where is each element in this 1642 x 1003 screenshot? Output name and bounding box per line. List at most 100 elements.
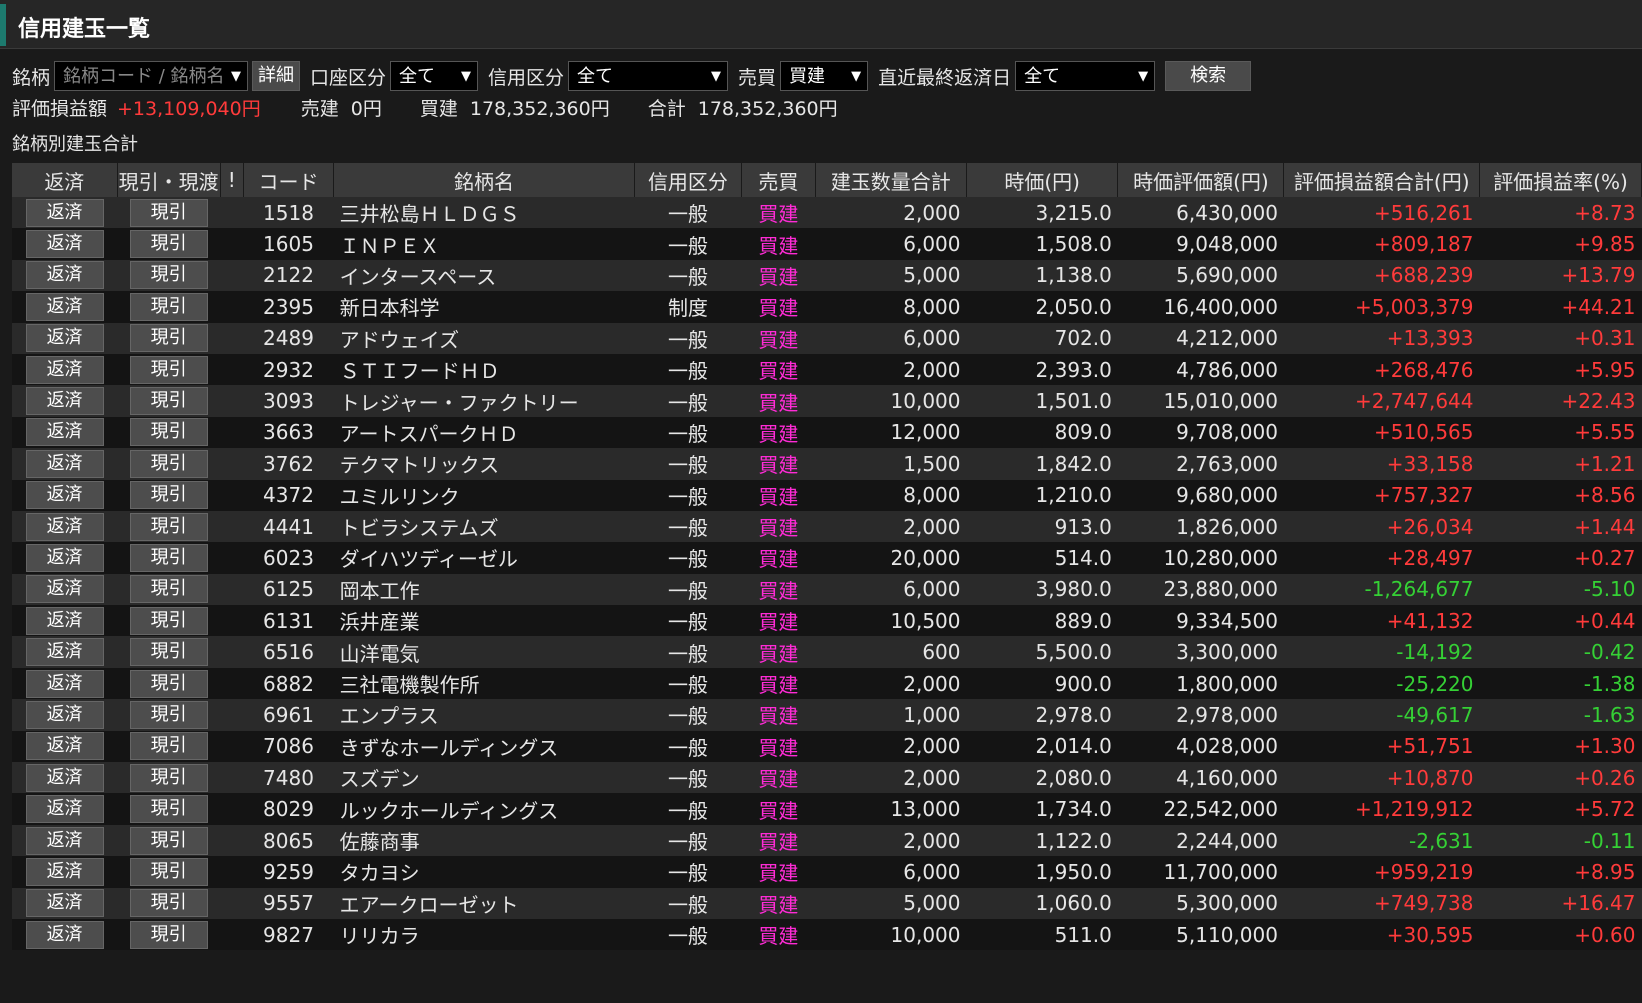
repay-button[interactable]: 返済 xyxy=(25,543,104,572)
repay-button[interactable]: 返済 xyxy=(25,889,104,918)
col-header-repay[interactable]: 返済 xyxy=(12,163,118,197)
col-header-pl[interactable]: 評価損益額合計(円) xyxy=(1283,163,1480,197)
name-cell[interactable]: ＩＮＰＥＸ xyxy=(333,228,635,260)
genbiki-button[interactable]: 現引 xyxy=(129,889,208,918)
genbiki-button[interactable]: 現引 xyxy=(129,418,208,447)
genbiki-button[interactable]: 現引 xyxy=(129,543,208,572)
genbiki-button[interactable]: 現引 xyxy=(129,857,208,886)
genbiki-button[interactable]: 現引 xyxy=(129,920,208,949)
repay-button[interactable]: 返済 xyxy=(25,763,104,792)
table-row[interactable]: 返済 現引 6131 浜井産業 一般 買建 10,500 889.0 9,334,500 +41,… xyxy=(12,605,1642,637)
table-row[interactable]: 返済 現引 3663 アートスパークＨＤ 一般 買建 12,000 809.0 9,708,00… xyxy=(12,416,1642,449)
baibai-select[interactable]: 買建 ▼ xyxy=(780,61,869,91)
repay-button[interactable]: 返済 xyxy=(25,512,104,541)
col-header-code[interactable]: コード xyxy=(243,163,335,197)
detail-button[interactable]: 詳細 xyxy=(252,61,301,91)
table-row[interactable]: 返済 現引 9557 エアークローゼット 一般 買建 5,000 1,060.0 5,300,0… xyxy=(12,887,1642,919)
col-header-genbiki[interactable]: 現引・現渡 xyxy=(117,163,221,197)
col-header-qty[interactable]: 建玉数量合計 xyxy=(815,163,968,197)
name-cell[interactable]: インタースペース xyxy=(333,259,635,292)
col-header-price[interactable]: 時価(円) xyxy=(966,163,1119,197)
col-header-credit[interactable]: 信用区分 xyxy=(634,163,743,197)
name-cell[interactable]: きずなホールディングス xyxy=(333,730,635,763)
repay-button[interactable]: 返済 xyxy=(25,324,104,353)
repay-button[interactable]: 返済 xyxy=(25,732,104,761)
repay-button[interactable]: 返済 xyxy=(25,795,104,824)
search-button[interactable]: 検索 xyxy=(1165,61,1252,91)
table-row[interactable]: 返済 現引 7086 きずなホールディングス 一般 買建 2,000 2,014.0 4,028… xyxy=(12,730,1642,763)
col-header-alert[interactable]: ! xyxy=(220,163,244,197)
repay-button[interactable]: 返済 xyxy=(25,669,104,698)
genbiki-button[interactable]: 現引 xyxy=(129,763,208,792)
table-row[interactable]: 返済 現引 6516 山洋電気 一般 買建 600 5,500.0 3,300,000 -14,1… xyxy=(12,636,1642,668)
genbiki-button[interactable]: 現引 xyxy=(129,355,208,384)
genbiki-button[interactable]: 現引 xyxy=(129,292,208,321)
name-cell[interactable]: タカヨシ xyxy=(333,856,635,888)
genbiki-button[interactable]: 現引 xyxy=(129,575,208,604)
genbiki-button[interactable]: 現引 xyxy=(129,638,208,667)
repay-button[interactable]: 返済 xyxy=(25,606,104,635)
genbiki-button[interactable]: 現引 xyxy=(129,826,208,855)
table-row[interactable]: 返済 現引 2122 インタースペース 一般 買建 5,000 1,138.0 5,690,00… xyxy=(12,259,1642,292)
repay-button[interactable]: 返済 xyxy=(25,449,104,478)
repay-button[interactable]: 返済 xyxy=(25,857,104,886)
name-cell[interactable]: エンプラス xyxy=(333,699,635,731)
name-cell[interactable]: アドウェイズ xyxy=(333,322,635,354)
name-cell[interactable]: 浜井産業 xyxy=(333,605,635,637)
repay-button[interactable]: 返済 xyxy=(25,261,104,290)
genbiki-button[interactable]: 現引 xyxy=(129,387,208,416)
table-row[interactable]: 返済 現引 6125 岡本工作 一般 買建 6,000 3,980.0 23,880,000 -1… xyxy=(12,573,1642,606)
repay-button[interactable]: 返済 xyxy=(25,638,104,667)
genbiki-button[interactable]: 現引 xyxy=(129,732,208,761)
name-cell[interactable]: 新日本科学 xyxy=(333,291,635,323)
table-row[interactable]: 返済 現引 1518 三井松島ＨＬＤＧＳ 一般 買建 2,000 3,215.0 6,430,0… xyxy=(12,197,1642,229)
repay-button[interactable]: 返済 xyxy=(25,230,104,259)
genbiki-button[interactable]: 現引 xyxy=(129,261,208,290)
name-cell[interactable]: ＳＴＩフードＨＤ xyxy=(333,353,635,386)
genbiki-button[interactable]: 現引 xyxy=(129,324,208,353)
repay-button[interactable]: 返済 xyxy=(25,292,104,321)
account-select[interactable]: 全て ▼ xyxy=(390,61,479,91)
credit-select[interactable]: 全て ▼ xyxy=(568,61,729,91)
repay-button[interactable]: 返済 xyxy=(25,418,104,447)
name-cell[interactable]: 岡本工作 xyxy=(333,573,635,606)
table-row[interactable]: 返済 現引 8065 佐藤商事 一般 買建 2,000 1,122.0 2,244,000 -2,… xyxy=(12,824,1642,857)
name-cell[interactable]: ユミルリンク xyxy=(333,479,635,511)
repay-button[interactable]: 返済 xyxy=(25,198,104,227)
table-row[interactable]: 返済 現引 8029 ルックホールディングス 一般 買建 13,000 1,734.0 22,5… xyxy=(12,793,1642,825)
table-row[interactable]: 返済 現引 4441 トビラシステムズ 一般 買建 2,000 913.0 1,826,000 +… xyxy=(12,510,1642,543)
repay-button[interactable]: 返済 xyxy=(25,575,104,604)
name-cell[interactable]: ルックホールディングス xyxy=(333,793,635,825)
table-row[interactable]: 返済 現引 3093 トレジャー・ファクトリー 一般 買建 10,000 1,501.0 15,… xyxy=(12,385,1642,417)
name-cell[interactable]: 三社電機製作所 xyxy=(333,667,635,700)
genbiki-button[interactable]: 現引 xyxy=(129,198,208,227)
table-row[interactable]: 返済 現引 9827 リリカラ 一般 買建 10,000 511.0 5,110,000 +30,… xyxy=(12,918,1642,951)
name-cell[interactable]: 佐藤商事 xyxy=(333,824,635,857)
name-cell[interactable]: 山洋電気 xyxy=(333,636,635,668)
table-row[interactable]: 返済 現引 6023 ダイハツディーゼル 一般 買建 20,000 514.0 10,280,0… xyxy=(12,542,1642,574)
repay-button[interactable]: 返済 xyxy=(25,355,104,384)
col-header-baibai[interactable]: 売買 xyxy=(741,163,816,197)
table-row[interactable]: 返済 現引 4372 ユミルリンク 一般 買建 8,000 1,210.0 9,680,000 +… xyxy=(12,479,1642,511)
genbiki-button[interactable]: 現引 xyxy=(129,449,208,478)
name-cell[interactable]: エアークローゼット xyxy=(333,887,635,919)
name-cell[interactable]: アートスパークＨＤ xyxy=(333,416,635,449)
name-cell[interactable]: リリカラ xyxy=(333,918,635,951)
genbiki-button[interactable]: 現引 xyxy=(129,700,208,729)
table-row[interactable]: 返済 現引 9259 タカヨシ 一般 買建 6,000 1,950.0 11,700,000 +9… xyxy=(12,856,1642,888)
name-cell[interactable]: トレジャー・ファクトリー xyxy=(333,385,635,417)
table-row[interactable]: 返済 現引 1605 ＩＮＰＥＸ 一般 買建 6,000 1,508.0 9,048,000 +8… xyxy=(12,228,1642,260)
table-row[interactable]: 返済 現引 2489 アドウェイズ 一般 買建 6,000 702.0 4,212,000 +13… xyxy=(12,322,1642,354)
table-row[interactable]: 返済 現引 6882 三社電機製作所 一般 買建 2,000 900.0 1,800,000 -2… xyxy=(12,667,1642,700)
col-header-rate[interactable]: 評価損益率(%) xyxy=(1479,163,1642,197)
repay-button[interactable]: 返済 xyxy=(25,481,104,510)
genbiki-button[interactable]: 現引 xyxy=(129,481,208,510)
genbiki-button[interactable]: 現引 xyxy=(129,606,208,635)
genbiki-button[interactable]: 現引 xyxy=(129,512,208,541)
due-select[interactable]: 全て ▼ xyxy=(1015,61,1156,91)
repay-button[interactable]: 返済 xyxy=(25,700,104,729)
table-row[interactable]: 返済 現引 2395 新日本科学 制度 買建 8,000 2,050.0 16,400,000 +… xyxy=(12,291,1642,323)
repay-button[interactable]: 返済 xyxy=(25,826,104,855)
name-cell[interactable]: 三井松島ＨＬＤＧＳ xyxy=(333,197,635,229)
table-row[interactable]: 返済 現引 3762 テクマトリックス 一般 買建 1,500 1,842.0 2,763,00… xyxy=(12,448,1642,480)
